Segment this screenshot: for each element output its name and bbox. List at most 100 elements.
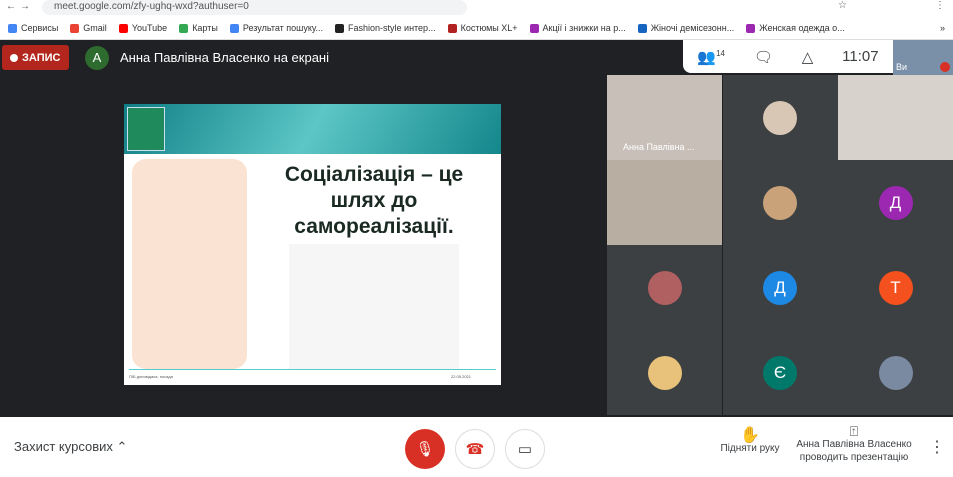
bottom-bar: Захист курсових ⌃ 🎙 ☎ ▭ ✋ Підняти руку ⍐ А…: [0, 417, 953, 477]
participant-tile[interactable]: Д: [838, 160, 953, 245]
participant-avatar: [647, 270, 682, 305]
bookmark-item[interactable]: Костюмы XL+: [447, 23, 518, 33]
camera-icon: ▭: [517, 441, 533, 458]
more-options-icon[interactable]: ⋮: [929, 437, 945, 457]
camera-toggle-button[interactable]: ▭: [505, 429, 545, 469]
institution-logo: [127, 107, 165, 151]
bookmark-label: Gmail: [83, 23, 107, 33]
mic-off-icon: [940, 62, 950, 72]
address-bar-row: ← → meet.google.com/zfy-ughq-wxd?authuse…: [0, 0, 953, 17]
footer-date: 22.05.2021: [450, 374, 471, 379]
participants-count: 14: [716, 48, 726, 58]
bookmark-icon: [229, 23, 239, 33]
participant-tile[interactable]: Д: [722, 245, 838, 330]
participant-tile[interactable]: Є: [722, 330, 838, 415]
menu-icon[interactable]: ⋮: [935, 0, 945, 11]
phone-hangup-icon: ☎: [465, 441, 485, 458]
slide-footer: ПІБ доповідача, посада 22.05.2021: [129, 369, 496, 379]
back-icon[interactable]: ←: [6, 1, 16, 12]
top-toolbar: 👥14 🗨 △ 11:07: [683, 40, 893, 73]
presenting-label: Анна Павлівна Власенко проводить презент…: [796, 439, 912, 463]
bookmark-icon: [118, 23, 128, 33]
bookmark-label: Сервисы: [21, 23, 59, 33]
raise-hand-button[interactable]: ✋ Підняти руку: [710, 427, 790, 455]
footer-left: ПІБ доповідача, посада: [129, 374, 173, 379]
participant-avatar: Є: [763, 355, 797, 390]
bookmark-label: Карты: [192, 23, 218, 33]
participant-avatar: Т: [878, 270, 913, 305]
participant-tile[interactable]: [838, 330, 953, 415]
children-image: [289, 244, 459, 369]
forward-icon[interactable]: →: [20, 1, 30, 12]
bookmark-icon: [179, 23, 189, 33]
participant-tile[interactable]: Анна Павлівна ...: [607, 75, 722, 160]
recording-badge[interactable]: ЗАПИС: [2, 45, 69, 70]
clock: 11:07: [842, 48, 879, 65]
presenting-title: Анна Павлівна Власенко на екрані: [120, 50, 329, 65]
record-icon: [10, 53, 18, 62]
bookmark-icon: [335, 23, 345, 33]
raise-hand-label: Підняти руку: [720, 443, 780, 454]
meeting-name: Захист курсових: [14, 439, 113, 454]
present-icon: ⍐: [849, 423, 859, 439]
bookmark-item[interactable]: Gmail: [70, 23, 107, 33]
meeting-details-button[interactable]: Захист курсових ⌃: [14, 439, 127, 455]
self-label: Ви: [896, 62, 908, 72]
url-text: meet.google.com/zfy-ughq-wxd?authuser=0: [54, 1, 249, 12]
activities-icon[interactable]: △: [802, 48, 814, 66]
hand-icon: ✋: [740, 427, 760, 444]
participant-tile[interactable]: [722, 75, 838, 160]
bookmark-item[interactable]: Сервисы: [8, 23, 58, 33]
bookmark-item[interactable]: Жіночі демісезонн...: [637, 23, 735, 33]
chevron-up-icon: ⌃: [116, 439, 128, 454]
bookmark-label: Fashion-style интер...: [348, 23, 436, 33]
more-bookmarks[interactable]: »: [940, 23, 945, 33]
participant-tile[interactable]: [722, 160, 838, 245]
presenter-avatar: А: [85, 46, 109, 70]
bookmarks-bar: Сервисы Gmail YouTube Карты Результат пошуку…: [0, 17, 953, 40]
self-view: Ви: [893, 40, 953, 75]
bookmark-icon: [70, 23, 80, 33]
bookmark-label: Женская одежда о...: [759, 23, 845, 33]
mic-off-icon: 🎙: [415, 441, 435, 458]
url-input[interactable]: meet.google.com/zfy-ughq-wxd?authuser=0: [42, 0, 467, 15]
participant-name: Анна Павлівна ...: [623, 142, 695, 152]
chat-icon[interactable]: 🗨: [754, 48, 773, 66]
bookmark-item[interactable]: Акції і знижки на р...: [529, 23, 626, 33]
presenting-button[interactable]: ⍐ Анна Павлівна Власенко проводить презен…: [795, 423, 913, 464]
bookmark-label: Костюмы XL+: [460, 23, 518, 33]
record-label: ЗАПИС: [22, 51, 61, 64]
slide-banner: [124, 104, 501, 154]
participant-tile[interactable]: [607, 160, 722, 245]
bookmark-icon: [447, 23, 457, 33]
mic-toggle-button[interactable]: 🎙: [405, 429, 445, 469]
bookmark-item[interactable]: YouTube: [118, 23, 168, 33]
participant-avatar: Д: [763, 270, 797, 305]
bookmark-icon: [746, 23, 756, 33]
boy-with-books-image: [132, 159, 247, 369]
participant-avatar: [878, 355, 913, 390]
star-icon[interactable]: ☆: [838, 0, 847, 11]
participant-avatar: [763, 100, 797, 135]
bookmark-icon: [637, 23, 647, 33]
bookmark-icon: [8, 23, 17, 33]
people-button[interactable]: 👥14: [697, 48, 725, 66]
participant-avatar: [647, 355, 682, 390]
participant-tile[interactable]: [607, 330, 722, 415]
bookmark-item[interactable]: Fashion-style интер...: [335, 23, 436, 33]
participant-avatar: [763, 185, 797, 220]
bookmark-label: YouTube: [131, 23, 168, 33]
participant-tile[interactable]: [838, 75, 953, 160]
slide-title: Соціалізація – це шлях до самореалізації…: [284, 163, 464, 238]
participant-avatar: Д: [878, 185, 913, 220]
bookmark-item[interactable]: Карты: [179, 23, 218, 33]
hang-up-button[interactable]: ☎: [455, 429, 495, 469]
participant-tile[interactable]: Т: [838, 245, 953, 330]
bookmark-item[interactable]: Женская одежда о...: [746, 23, 845, 33]
participant-tile[interactable]: [607, 245, 722, 330]
bookmark-item[interactable]: Результат пошуку...: [229, 23, 324, 33]
presentation-slide: Соціалізація – це шлях до самореалізації…: [124, 104, 501, 385]
bookmark-label: Жіночі демісезонн...: [650, 23, 735, 33]
bookmark-icon: [529, 23, 539, 33]
bookmark-label: Результат пошуку...: [242, 23, 324, 33]
